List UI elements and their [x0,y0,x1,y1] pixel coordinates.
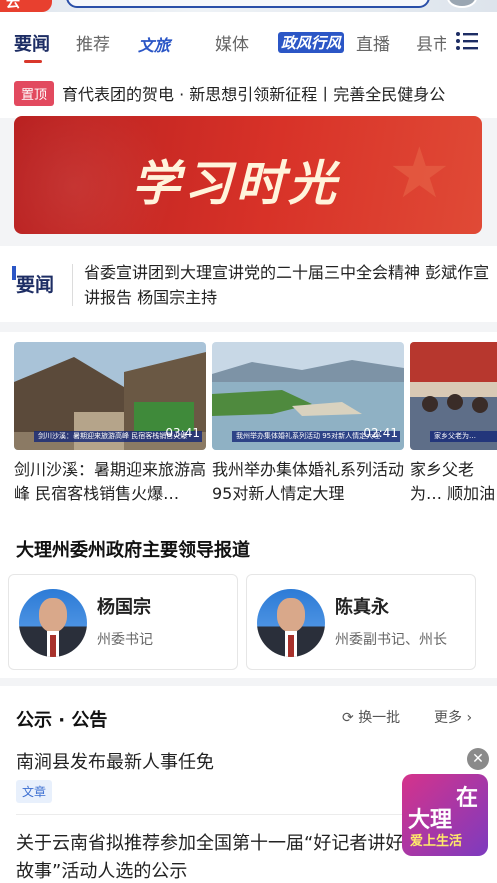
refresh-button[interactable]: ⟳ 换一批 [342,707,400,727]
headline-text[interactable]: 省委宣讲团到大理宣讲党的二十届三中全会精神 彭斌作宣讲报告 杨国宗主持 [84,260,494,310]
user-avatar[interactable] [447,0,477,8]
tab-recommend[interactable]: 推荐 [76,30,110,55]
refresh-icon: ⟳ [342,710,354,726]
video-card[interactable]: 家乡父老为… 家乡父老为… 顺加油 [410,342,497,506]
chevron-right-icon: › [466,710,473,726]
video-thumbnail[interactable]: 剑川沙溪：暑期迎来旅游高峰 民宿客栈销售火爆 03:41 [14,342,206,450]
leader-name: 陈真永 [335,597,389,618]
video-card[interactable]: 剑川沙溪：暑期迎来旅游高峰 民宿客栈销售火爆 03:41 剑川沙溪：暑期迎来旅游… [14,342,206,506]
badge-line3: 爱上生活 [410,834,463,849]
close-icon[interactable]: ✕ [467,748,489,770]
leader-face [277,598,305,632]
app-logo[interactable]: 云 [0,0,52,12]
video-title[interactable]: 剑川沙溪：暑期迎来旅游高峰 民宿客栈销售火爆… [14,458,206,506]
section-title: 大理州委州政府主要领导报道 [16,540,250,561]
leaders-section: 大理州委州政府主要领导报道 杨国宗 州委书记 陈真永 州委副书记、州长 [0,518,497,678]
leader-role: 州委书记 [97,632,153,648]
tab-culture-tourism[interactable]: 文旅 [138,32,170,56]
video-title[interactable]: 我州举办集体婚礼系列活动 95对新人情定大理 [212,458,404,506]
status-strip: 云 [0,0,497,12]
video-thumbnail[interactable]: 家乡父老为… [410,342,497,450]
refresh-label: 换一批 [358,710,401,726]
tab-governance[interactable]: 政风行风 [278,32,345,53]
app-logo-text: 云 [6,0,20,11]
pinned-ticker[interactable]: 置顶 育代表团的贺电 · 新思想引领新征程丨完善全民健身公 [0,66,497,118]
notice-item-title[interactable]: 关于云南省拟推荐参加全国第十一届“好记者讲好故事”活动人选的公示 [16,830,416,883]
leader-face [39,598,67,632]
yaowen-logo: 要闻 [11,266,54,297]
notice-item-title[interactable]: 南涧县发布最新人事任免 [16,748,214,774]
video-caption: 家乡父老为… [430,431,497,442]
channel-tabs: 要闻 推荐 文旅 媒体 政风行风 直播 县市 [0,12,497,66]
leader-card[interactable]: 杨国宗 州委书记 [8,574,238,670]
pinned-badge: 置顶 [14,81,55,106]
study-time-banner[interactable]: ★ 学习时光 [14,116,482,234]
video-duration: 03:41 [165,426,200,440]
more-label: 更多 [434,710,462,726]
video-carousel[interactable]: 剑川沙溪：暑期迎来旅游高峰 民宿客栈销售火爆 03:41 剑川沙溪：暑期迎来旅游… [0,332,497,518]
divider [72,264,73,306]
badge-line1: 在 [455,786,478,811]
tab-counties[interactable]: 县市 [416,30,446,55]
search-input[interactable] [66,0,430,8]
banner-title: 学习时光 [132,156,341,212]
dali-life-floating-badge[interactable]: 在 大理 爱上生活 [402,774,488,856]
leader-avatar [257,589,325,657]
section-title: 公示 · 公告 [16,710,108,731]
headline-news[interactable]: 要闻 省委宣讲团到大理宣讲党的二十届三中全会精神 彭斌作宣讲报告 杨国宗主持 [0,246,497,322]
leader-tie [288,635,294,657]
tab-live[interactable]: 直播 [356,30,390,55]
star-icon: ★ [388,132,451,214]
video-card[interactable]: 我州举办集体婚礼系列活动 95对新人情定大理 02:41 我州举办集体婚礼系列活… [212,342,404,506]
article-tag: 文章 [16,780,53,803]
ticker-text[interactable]: 育代表团的贺电 · 新思想引领新征程丨完善全民健身公 [62,81,445,105]
tab-media[interactable]: 媒体 [215,30,249,55]
video-duration: 02:41 [363,426,398,440]
leader-card[interactable]: 陈真永 州委副书记、州长 [246,574,476,670]
tab-yaowen[interactable]: 要闻 [14,30,50,63]
leader-avatar [19,589,87,657]
video-thumbnail[interactable]: 我州举办集体婚礼系列活动 95对新人情定大理 02:41 [212,342,404,450]
leader-tie [50,635,56,657]
leader-name: 杨国宗 [97,597,151,618]
more-button[interactable]: 更多 › [434,707,472,727]
leader-role: 州委副书记、州长 [335,632,447,648]
menu-icon[interactable] [455,31,479,51]
video-title[interactable]: 家乡父老为… 顺加油 [410,458,497,506]
